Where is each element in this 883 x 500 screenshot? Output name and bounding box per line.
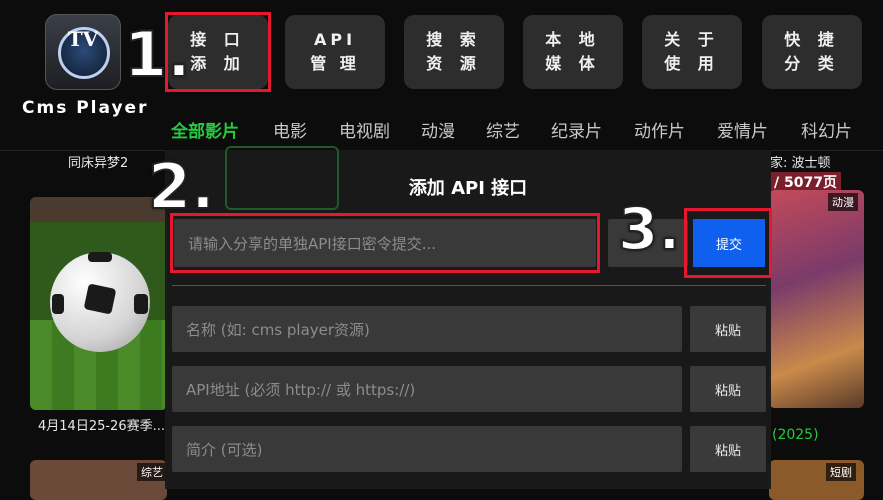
paste-url-button[interactable]: 粘贴 — [690, 366, 766, 412]
poster-variety[interactable]: 综艺 — [30, 460, 167, 500]
paste-description-button[interactable]: 粘贴 — [690, 426, 766, 472]
category-variety[interactable]: 综艺 — [486, 117, 520, 142]
highlight-submit-button — [684, 208, 772, 278]
category-documentary[interactable]: 纪录片 — [551, 117, 602, 142]
step-3-label: 3. — [617, 194, 681, 264]
category-anime[interactable]: 动漫 — [421, 117, 455, 142]
poster-anime[interactable]: 动漫 — [769, 190, 864, 408]
paste-name-button[interactable]: 粘贴 — [690, 306, 766, 352]
dialog-divider — [172, 285, 766, 286]
logo-text: TV — [67, 27, 99, 51]
category-action[interactable]: 动作片 — [634, 117, 685, 142]
api-url-input[interactable]: API地址 (必须 http:// 或 https://) — [172, 366, 682, 412]
category-scifi[interactable]: 科幻片 — [801, 117, 852, 142]
app-logo: TV — [45, 14, 121, 90]
variety-badge: 综艺 — [137, 463, 167, 481]
short-drama-badge: 短剧 — [826, 463, 856, 481]
category-all[interactable]: 全部影片 — [171, 117, 239, 142]
search-resources-button[interactable]: 搜 索 资 源 — [404, 15, 504, 89]
poster-short-drama[interactable]: 短剧 — [769, 460, 864, 500]
ball-patch — [52, 294, 64, 314]
anime-badge: 动漫 — [828, 193, 858, 211]
bg-item-title-left: 同床异梦2 — [68, 156, 129, 171]
stadium-stand — [30, 197, 167, 222]
bg-item-title-right: 家: 波士顿 — [770, 156, 831, 171]
football-icon — [50, 252, 150, 352]
ball-patch — [134, 294, 148, 314]
step-2-label: 2. — [147, 149, 216, 224]
category-romance[interactable]: 爱情片 — [717, 117, 768, 142]
description-input[interactable]: 简介 (可选) — [172, 426, 682, 472]
app-name: Cms Player — [22, 98, 149, 118]
poster-football-caption: 4月14日25-26赛季... — [38, 419, 165, 434]
poster-anime-caption: (2025) — [772, 427, 819, 443]
step-1-label: 1. — [123, 17, 192, 92]
category-tv-series[interactable]: 电视剧 — [339, 117, 390, 142]
about-usage-button[interactable]: 关 于 使 用 — [642, 15, 742, 89]
ball-patch — [83, 283, 117, 315]
api-manage-button[interactable]: API 管 理 — [285, 15, 385, 89]
ball-patch — [88, 252, 112, 262]
page-count: / 5077页 — [770, 172, 841, 192]
local-media-button[interactable]: 本 地 媒 体 — [523, 15, 623, 89]
highlight-command-input — [170, 213, 600, 273]
name-input[interactable]: 名称 (如: cms player资源) — [172, 306, 682, 352]
quick-category-button[interactable]: 快 捷 分 类 — [762, 15, 862, 89]
category-movie[interactable]: 电影 — [273, 117, 307, 142]
poster-football[interactable] — [30, 197, 167, 410]
